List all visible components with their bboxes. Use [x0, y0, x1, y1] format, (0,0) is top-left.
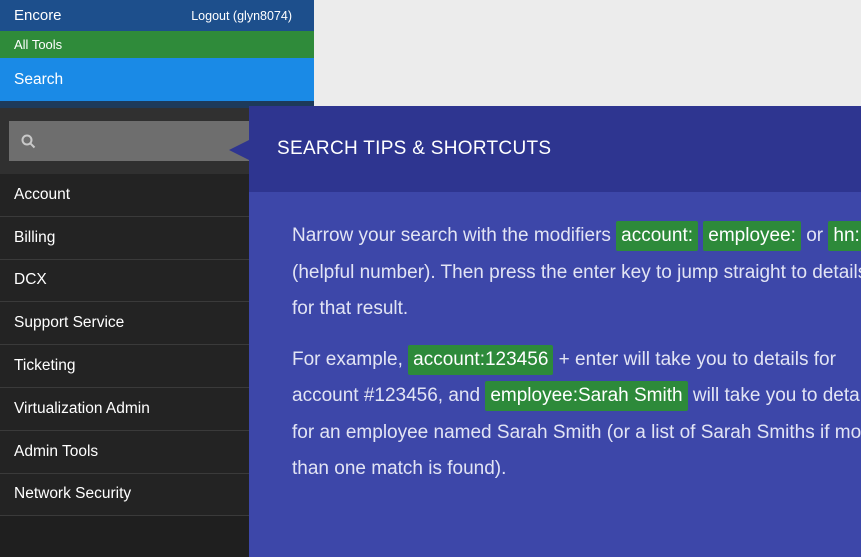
tips-header: SEARCH TIPS & SHORTCUTS: [249, 106, 861, 192]
example-chip-employee: employee:Sarah Smith: [485, 381, 688, 411]
tips-body: Narrow your search with the modifiers ac…: [249, 192, 861, 488]
tips-paragraph-1: Narrow your search with the modifiers ac…: [292, 218, 861, 328]
logout-link[interactable]: Logout (glyn8074): [191, 9, 292, 23]
search-tab[interactable]: Search: [0, 58, 314, 101]
tips-text: Narrow your search with the modifiers: [292, 225, 617, 246]
app-name: Encore: [14, 7, 62, 24]
all-tools-button[interactable]: All Tools: [0, 31, 314, 58]
tips-paragraph-2: For example, account:123456 + enter will…: [292, 342, 861, 488]
search-tips-panel: SEARCH TIPS & SHORTCUTS Narrow your sear…: [229, 106, 861, 557]
tips-text: or: [800, 225, 829, 246]
modifier-chip-account: account:: [616, 221, 698, 251]
search-icon: [21, 134, 36, 148]
tips-text: For example,: [292, 348, 409, 370]
example-chip-account: account:123456: [408, 344, 554, 375]
search-input[interactable]: [44, 133, 244, 149]
top-bar: Encore Logout (glyn8074): [0, 0, 314, 31]
tooltip-arrow: [229, 140, 249, 160]
modifier-chip-hn: hn:: [828, 221, 861, 251]
tips-title: SEARCH TIPS & SHORTCUTS: [277, 138, 552, 159]
tips-text: (helpful number). Then press the enter k…: [292, 261, 861, 320]
modifier-chip-employee: employee:: [703, 221, 801, 251]
